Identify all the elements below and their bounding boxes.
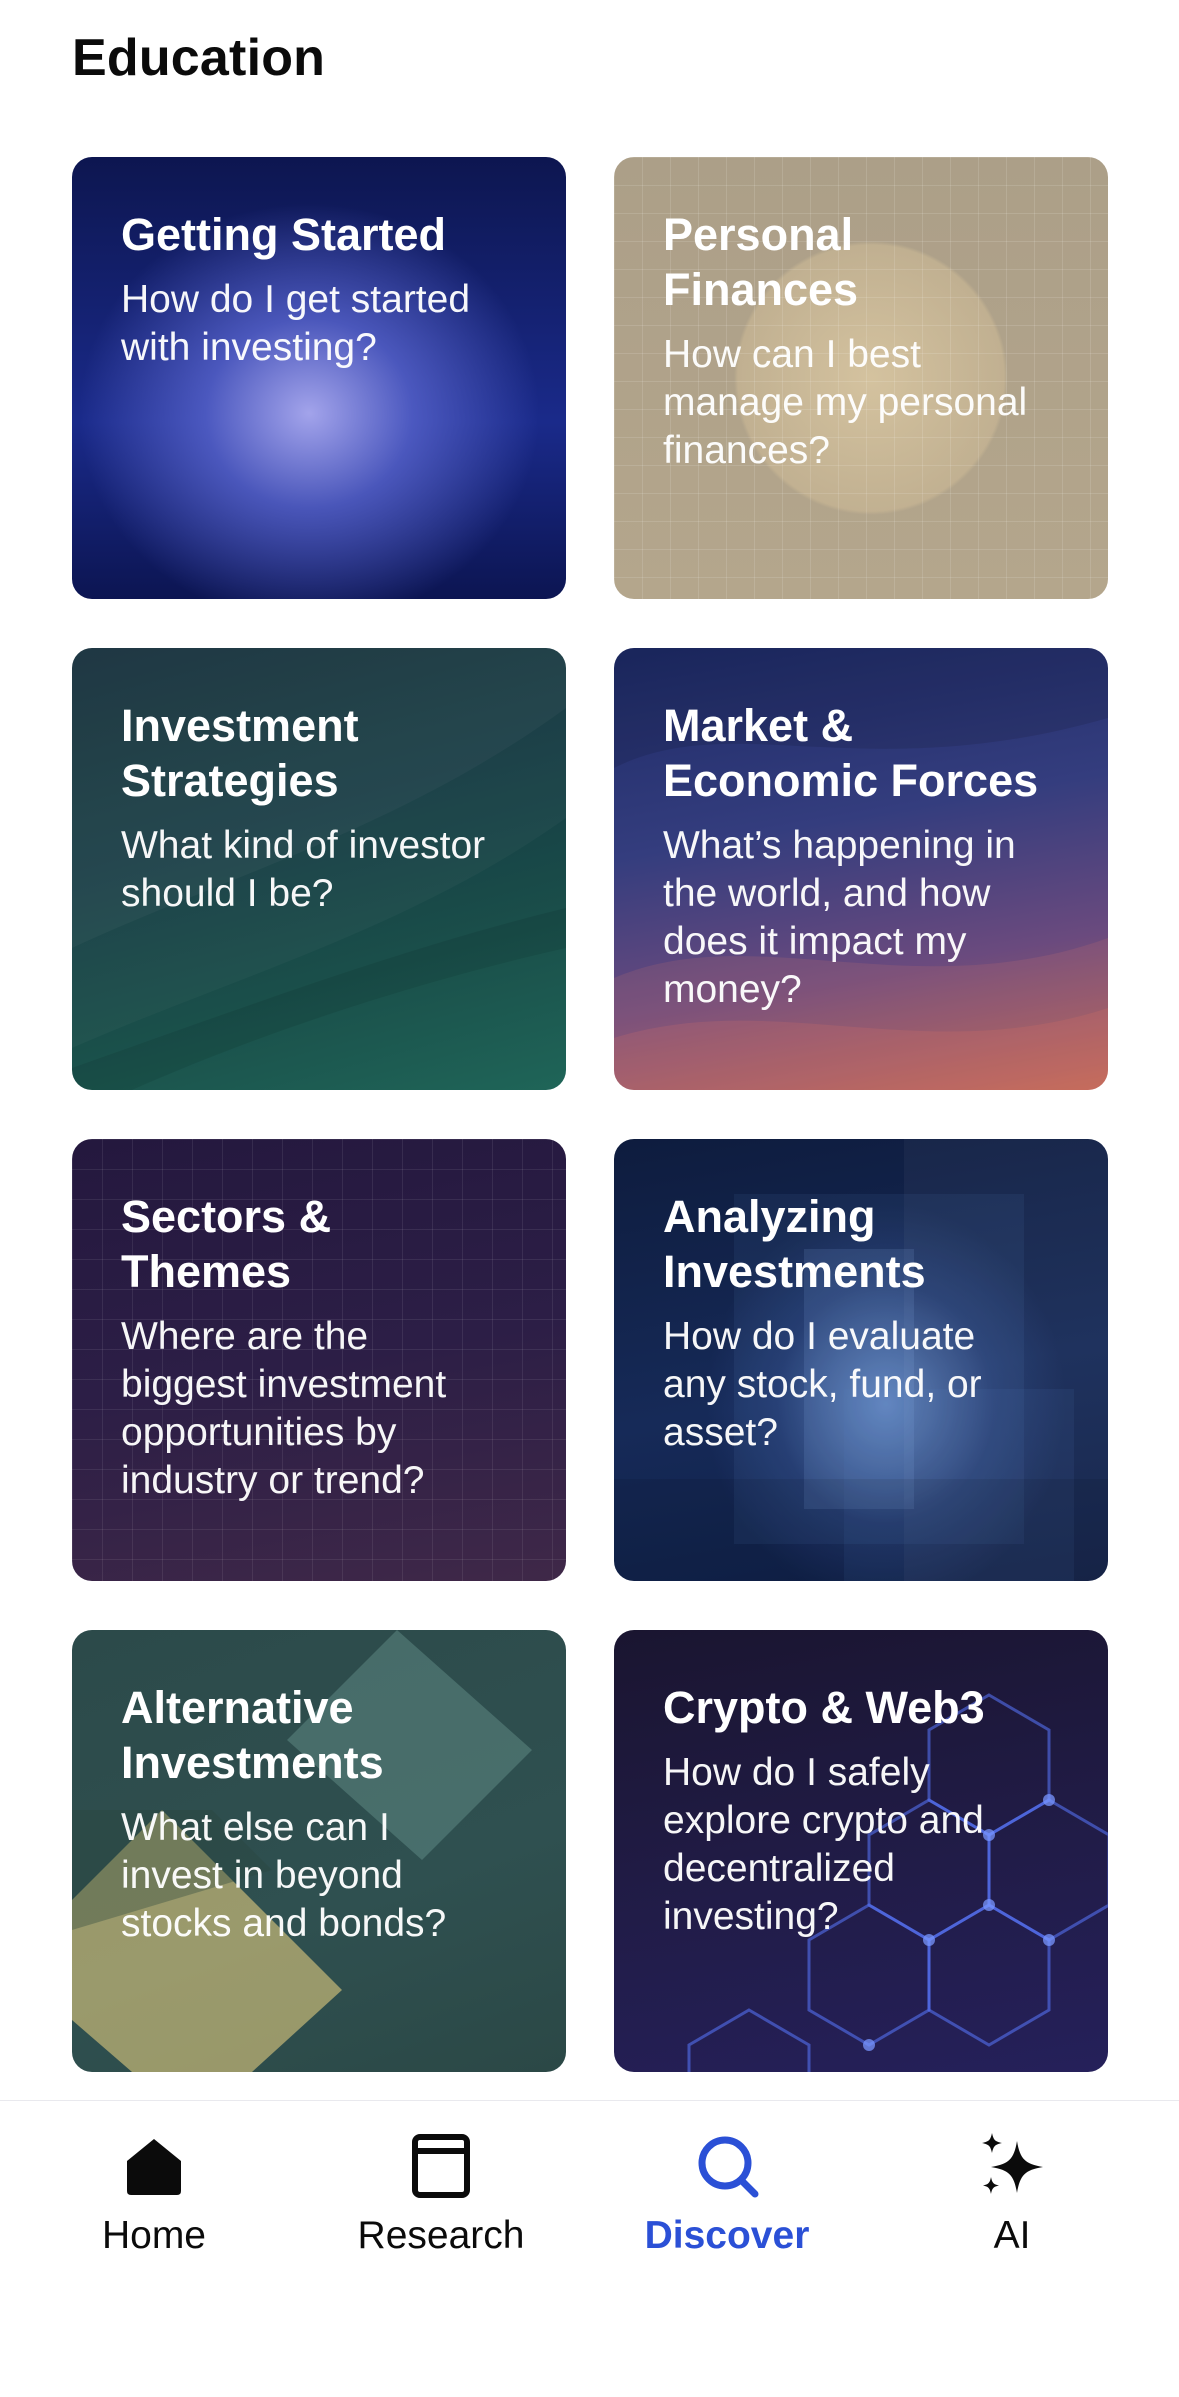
- card-title: Investment Strategies: [121, 700, 359, 806]
- card-description: What’s happening in the world, and how d…: [663, 824, 1016, 1011]
- book-icon: [412, 2134, 470, 2198]
- education-grid: Getting Started How do I get started wit…: [72, 157, 1108, 2072]
- card-title: Sectors & Themes: [121, 1191, 332, 1297]
- card-crypto-web3[interactable]: Crypto & Web3 How do I safely explore cr…: [614, 1630, 1108, 2072]
- card-analyzing-investments[interactable]: Analyzing Investments How do I evaluate …: [614, 1139, 1108, 1581]
- sparkle-icon: [982, 2133, 1043, 2194]
- tab-ai[interactable]: AI: [872, 2131, 1152, 2281]
- card-personal-finances[interactable]: Personal Finances How can I best manage …: [614, 157, 1108, 599]
- card-description: How do I safely explore crypto and decen…: [663, 1751, 984, 1938]
- tab-label: AI: [993, 2214, 1031, 2257]
- search-icon: [698, 2136, 759, 2198]
- card-title: Personal Finances: [663, 209, 859, 315]
- tab-label: Research: [357, 2214, 525, 2257]
- card-description: What else can I invest in beyond stocks …: [121, 1806, 447, 1945]
- card-title: Market & Economic Forces: [663, 700, 1039, 806]
- card-title: Alternative Investments: [121, 1682, 384, 1788]
- card-title: Analyzing Investments: [663, 1191, 926, 1297]
- tab-label: Home: [101, 2214, 207, 2257]
- card-description: What kind of investor should I be?: [121, 824, 486, 915]
- tab-discover[interactable]: Discover: [587, 2131, 867, 2281]
- tab-home[interactable]: Home: [14, 2131, 294, 2281]
- home-icon: [127, 2139, 181, 2195]
- bottom-tab-bar: Home Research Discover AI: [0, 2100, 1179, 2397]
- section-title: Education: [72, 29, 326, 87]
- card-title: Crypto & Web3: [663, 1682, 985, 1733]
- tab-research[interactable]: Research: [301, 2131, 581, 2281]
- card-getting-started[interactable]: Getting Started How do I get started wit…: [72, 157, 566, 599]
- card-description: How do I evaluate any stock, fund, or as…: [663, 1315, 982, 1454]
- card-sectors-themes[interactable]: Sectors & Themes Where are the biggest i…: [72, 1139, 566, 1581]
- card-description: How can I best manage my personal financ…: [663, 333, 1028, 472]
- card-alternative-investments[interactable]: Alternative Investments What else can I …: [72, 1630, 566, 2072]
- card-description: Where are the biggest investment opportu…: [121, 1315, 447, 1502]
- card-description: How do I get started with investing?: [121, 278, 471, 369]
- card-title: Getting Started: [121, 209, 447, 260]
- card-market-economic-forces[interactable]: Market & Economic Forces What’s happenin…: [614, 648, 1108, 1090]
- card-investment-strategies[interactable]: Investment Strategies What kind of inves…: [72, 648, 566, 1090]
- tab-label: Discover: [644, 2214, 810, 2257]
